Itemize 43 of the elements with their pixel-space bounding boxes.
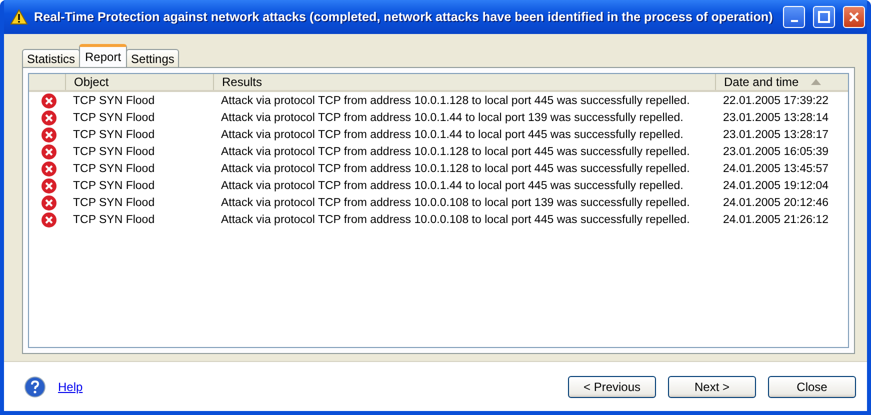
table-cell-text: 24.01.2005 13:45:57 <box>722 162 830 174</box>
minimize-button[interactable] <box>783 6 805 28</box>
warning-icon <box>10 9 28 25</box>
table-cell-text: TCP SYN Flood <box>72 196 156 208</box>
table-cell-text: TCP SYN Flood <box>72 180 156 192</box>
table-cell-text: 23.01.2005 13:28:17 <box>722 128 830 140</box>
table-cell-text: Attack via protocol TCP from address 10.0.1.128 to local port 445 was successfully repelled. <box>220 162 691 174</box>
table-cell-text: Attack via protocol TCP from address 10.0.1.128 to local port 445 was successfully repelled. <box>220 146 691 158</box>
column-header[interactable]: Date and time <box>715 74 848 90</box>
table-cell-text: TCP SYN Flood <box>72 94 156 106</box>
table-cell-text: 22.01.2005 17:39:22 <box>722 94 830 106</box>
tab[interactable]: Settings <box>126 49 180 67</box>
tab[interactable]: Report <box>79 44 128 67</box>
table-cell-text: Attack via protocol TCP from address 10.0.0.108 to local port 139 was successfully repelled. <box>220 196 691 208</box>
table-cell-text: Attack via protocol TCP from address 10.0.1.44 to local port 445 was successfully repelled. <box>220 128 684 140</box>
table-cell-text: 24.01.2005 21:26:12 <box>722 214 830 226</box>
window-title: Real-Time Protection against network attacks (completed, network attacks have been identified in the process of operation) <box>34 10 774 24</box>
table-cell-text: 23.01.2005 13:28:14 <box>722 112 830 124</box>
table-cell-text: TCP SYN Flood <box>72 112 156 124</box>
table-cell-text: Attack via protocol TCP from address 10.0.1.128 to local port 445 was successfully repelled. <box>220 94 691 106</box>
table-cell-text: 23.01.2005 16:05:39 <box>722 146 830 158</box>
tab[interactable]: Statistics <box>22 49 80 67</box>
close-icon <box>848 11 860 23</box>
table-cell-text: TCP SYN Flood <box>72 146 156 158</box>
dialog-button[interactable]: < Previous <box>568 376 656 398</box>
minimize-icon <box>790 20 798 22</box>
table-cell-text: 24.01.2005 19:12:04 <box>722 180 830 192</box>
help-icon <box>24 376 46 398</box>
table-cell-text: TCP SYN Flood <box>72 162 156 174</box>
dialog-button[interactable]: Close <box>768 376 856 398</box>
table-cell-text: TCP SYN Flood <box>72 128 156 140</box>
maximize-icon <box>818 11 830 23</box>
help-link[interactable]: Help <box>58 380 83 394</box>
table-cell-text: Attack via protocol TCP from address 10.0.0.108 to local port 445 was successfully repelled. <box>220 214 691 226</box>
table-cell-text: Attack via protocol TCP from address 10.0.1.44 to local port 445 was successfully repelled. <box>220 180 684 192</box>
table-cell-text: TCP SYN Flood <box>72 214 156 226</box>
column-header[interactable]: Object <box>65 74 213 90</box>
close-button[interactable] <box>843 6 865 28</box>
table-cell-text: Attack via protocol TCP from address 10.0.1.44 to local port 139 was successfully repelled. <box>220 112 684 124</box>
dialog-button[interactable]: Next > <box>668 376 756 398</box>
column-header[interactable]: Results <box>213 74 715 90</box>
maximize-button[interactable] <box>813 6 835 28</box>
table-cell-text: 24.01.2005 20:12:46 <box>722 196 830 208</box>
